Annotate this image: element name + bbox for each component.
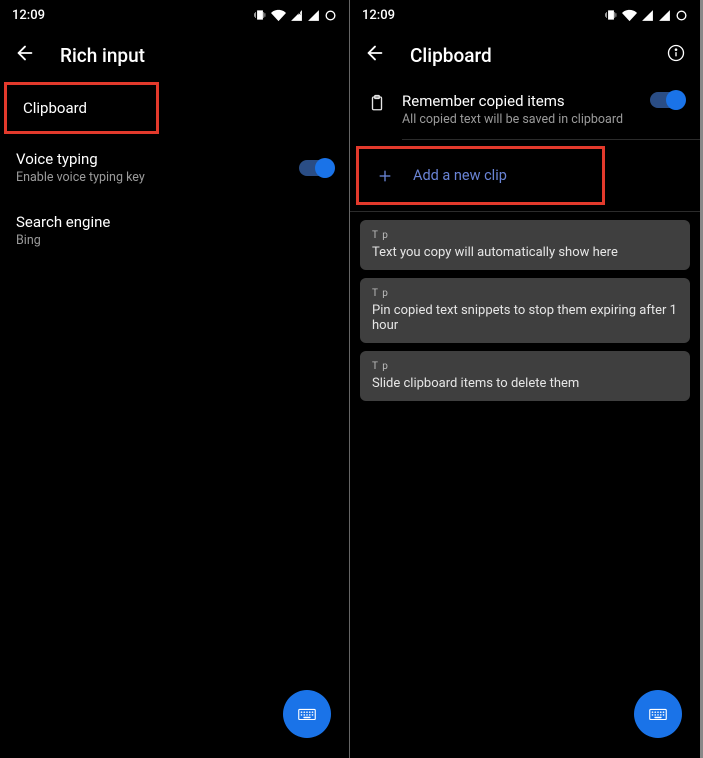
status-bar: 12:09 x xyxy=(0,0,349,30)
tip-card[interactable]: T p Text you copy will automatically sho… xyxy=(360,220,690,270)
keyboard-fab[interactable] xyxy=(634,690,682,738)
status-icons xyxy=(604,8,688,23)
setting-sub: All copied text will be saved in clipboa… xyxy=(402,112,636,127)
vibrate-icon xyxy=(253,8,267,22)
setting-voice-typing[interactable]: Voice typing Enable voice typing key xyxy=(0,136,349,199)
add-clip-button[interactable]: Add a new clip xyxy=(359,149,602,202)
setting-sub: Bing xyxy=(16,233,333,248)
wifi-icon xyxy=(622,8,637,23)
tip-card[interactable]: T p Pin copied text snippets to stop the… xyxy=(360,278,690,343)
tip-card[interactable]: T p Slide clipboard items to delete them xyxy=(360,351,690,401)
status-time: 12:09 xyxy=(362,8,395,23)
page-title: Rich input xyxy=(60,44,145,67)
status-icons: x xyxy=(253,8,337,23)
circle-icon xyxy=(324,9,337,22)
tip-label: T p xyxy=(372,288,678,299)
setting-label: Voice typing xyxy=(16,150,299,168)
status-time: 12:09 xyxy=(12,8,45,23)
signal-1-icon: x xyxy=(290,9,303,22)
highlight-add-clip: Add a new clip xyxy=(356,146,605,205)
status-bar: 12:09 xyxy=(350,0,700,30)
back-icon[interactable] xyxy=(14,42,36,68)
divider xyxy=(350,211,700,212)
add-clip-label: Add a new clip xyxy=(413,167,507,184)
wifi-icon xyxy=(271,8,286,23)
setting-remember-items[interactable]: Remember copied items All copied text wi… xyxy=(350,80,700,139)
tip-label: T p xyxy=(372,361,678,372)
header: Rich input xyxy=(0,30,349,80)
divider xyxy=(402,139,700,140)
keyboard-icon xyxy=(647,703,669,725)
circle-icon xyxy=(675,9,688,22)
tip-text: Slide clipboard items to delete them xyxy=(372,376,678,391)
tip-label: T p xyxy=(372,230,678,241)
highlight-clipboard: Clipboard xyxy=(4,82,159,134)
plus-icon xyxy=(377,168,393,184)
voice-typing-toggle[interactable] xyxy=(299,160,333,176)
signal-2-icon xyxy=(307,9,320,22)
page-title: Clipboard xyxy=(410,44,492,67)
vibrate-icon xyxy=(604,8,618,22)
setting-label: Clipboard xyxy=(23,99,140,117)
tip-text: Text you copy will automatically show he… xyxy=(372,245,678,260)
header: Clipboard xyxy=(350,30,700,80)
info-icon[interactable] xyxy=(666,43,686,67)
tip-text: Pin copied text snippets to stop them ex… xyxy=(372,303,678,333)
setting-label: Search engine xyxy=(16,213,333,231)
keyboard-fab[interactable] xyxy=(283,690,331,738)
screen-rich-input: 12:09 x Rich input Clipboard Voice typin… xyxy=(0,0,350,758)
clipboard-icon xyxy=(368,94,386,112)
signal-1-icon xyxy=(641,9,654,22)
setting-search-engine[interactable]: Search engine Bing xyxy=(0,199,349,262)
keyboard-icon xyxy=(296,703,318,725)
remember-toggle[interactable] xyxy=(650,92,684,108)
screen-clipboard: 12:09 Clipboard Remember copied items Al… xyxy=(350,0,700,758)
setting-clipboard[interactable]: Clipboard xyxy=(7,85,156,131)
setting-sub: Enable voice typing key xyxy=(16,170,299,185)
back-icon[interactable] xyxy=(364,42,386,68)
svg-text:x: x xyxy=(298,10,301,16)
setting-label: Remember copied items xyxy=(402,92,636,110)
signal-2-icon xyxy=(658,9,671,22)
